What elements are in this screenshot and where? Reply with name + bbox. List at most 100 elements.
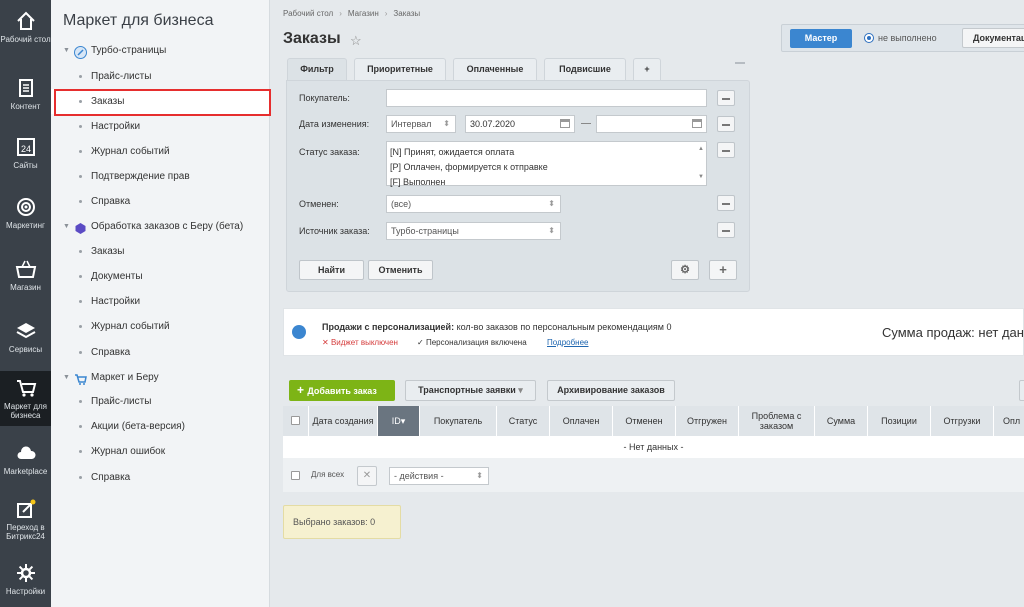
svg-text:24: 24 xyxy=(20,144,30,154)
for-all-checkbox[interactable] xyxy=(291,471,300,480)
more-link[interactable]: Подробнее xyxy=(547,338,589,347)
column-shipments[interactable]: Отгрузки xyxy=(930,406,993,436)
menu-group-turbo[interactable]: ▼ Турбо-страницы xyxy=(51,38,269,63)
bullet-icon xyxy=(79,275,82,278)
column-shipped[interactable]: Отгружен xyxy=(675,406,738,436)
menu-item-price-lists[interactable]: Прайс-листы xyxy=(51,64,269,89)
menu-item-event-log[interactable]: Журнал событий xyxy=(51,139,269,164)
expand-arrow-icon[interactable]: ▼ xyxy=(63,365,70,390)
date-mode-select[interactable]: Интервал xyxy=(386,115,456,133)
personalization-on-status: ✓ Персонализация включена xyxy=(417,338,527,347)
breadcrumb-item[interactable]: Магазин xyxy=(348,9,379,18)
menu-item-mb-price-lists[interactable]: Прайс-листы xyxy=(51,389,269,414)
sort-desc-icon: ▾ xyxy=(400,416,406,426)
source-select[interactable]: Турбо-страницы xyxy=(386,222,561,240)
menu-item-beru-documents[interactable]: Документы xyxy=(51,264,269,289)
rail-item-marketing[interactable]: Маркетинг xyxy=(0,196,51,230)
rail-item-desktop[interactable]: Рабочий стол xyxy=(0,10,51,44)
selected-orders-count: Выбрано заказов: 0 xyxy=(283,505,401,539)
menu-item-label: Прайс-листы xyxy=(91,71,152,82)
grid-settings-button[interactable] xyxy=(1019,380,1024,401)
remove-field-button[interactable] xyxy=(717,90,735,106)
tab-priority[interactable]: Приоритетные xyxy=(354,58,446,80)
buyer-input[interactable] xyxy=(386,89,707,107)
breadcrumb-item[interactable]: Рабочий стол xyxy=(283,9,333,18)
master-button[interactable]: Мастер xyxy=(790,29,852,48)
menu-item-rights-confirm[interactable]: Подтверждение прав xyxy=(51,164,269,189)
breadcrumb-item[interactable]: Заказы xyxy=(393,9,420,18)
personalization-notice: Продажи с персонализацией: кол-во заказо… xyxy=(283,308,1024,356)
menu-item-help[interactable]: Справка xyxy=(51,189,269,214)
rail-item-services[interactable]: Сервисы xyxy=(0,320,51,354)
tab-add-icon[interactable]: + xyxy=(633,58,661,80)
status-option[interactable]: [F] Выполнен xyxy=(390,175,706,190)
status-option[interactable]: [N] Принят, ожидается оплата xyxy=(390,145,706,160)
filter-settings-button[interactable]: ⚙ xyxy=(671,260,699,280)
collapse-filter-icon[interactable] xyxy=(735,62,745,64)
menu-item-beru-settings[interactable]: Настройки xyxy=(51,289,269,314)
column-created-date[interactable]: Дата создания xyxy=(308,406,377,436)
remove-field-button[interactable] xyxy=(717,222,735,238)
date-from-input[interactable]: 30.07.2020 xyxy=(465,115,575,133)
column-buyer[interactable]: Покупатель xyxy=(419,406,496,436)
expand-arrow-icon[interactable]: ▼ xyxy=(63,38,70,63)
rail-item-marketplace[interactable]: Marketplace xyxy=(0,442,51,476)
remove-field-button[interactable] xyxy=(717,195,735,211)
calendar-icon[interactable] xyxy=(692,119,702,128)
menu-group-market-beru[interactable]: ▼ Маркет и Беру xyxy=(51,365,269,390)
date-to-input[interactable] xyxy=(596,115,707,133)
rail-item-settings[interactable]: Настройки xyxy=(0,562,51,596)
cancel-button[interactable]: Отменить xyxy=(368,260,433,280)
bullet-icon xyxy=(79,425,82,428)
menu-item-mb-error-log[interactable]: Журнал ошибок xyxy=(51,439,269,464)
rail-item-shop[interactable]: Магазин xyxy=(0,258,51,292)
documentation-button[interactable]: Документация xyxy=(962,28,1024,48)
group-actions-select[interactable]: - действия - xyxy=(389,467,489,485)
rail-item-b24[interactable]: Переход в Битрикс24 xyxy=(0,498,51,541)
column-status[interactable]: Статус xyxy=(496,406,549,436)
tab-stuck[interactable]: Подвисшие xyxy=(544,58,626,80)
select-all-checkbox[interactable] xyxy=(291,416,300,425)
column-paid[interactable]: Оплачен xyxy=(549,406,612,436)
status-listbox[interactable]: [N] Принят, ожидается оплата [P] Оплачен… xyxy=(386,141,707,187)
remove-field-button[interactable] xyxy=(717,142,735,158)
menu-item-mb-help[interactable]: Справка xyxy=(51,465,269,490)
column-positions[interactable]: Позиции xyxy=(867,406,930,436)
listbox-scrollbar[interactable]: ▲ ▼ xyxy=(696,142,706,185)
expand-arrow-icon[interactable]: ▼ xyxy=(63,214,70,239)
rail-item-market[interactable]: Маркет для бизнеса xyxy=(0,371,51,426)
column-sum[interactable]: Сумма xyxy=(814,406,867,436)
add-field-button[interactable]: + xyxy=(709,260,737,280)
rail-item-content[interactable]: Контент xyxy=(0,77,51,111)
favorite-star-icon[interactable]: ☆ xyxy=(350,33,362,49)
menu-item-beru-help[interactable]: Справка xyxy=(51,340,269,365)
column-id[interactable]: ID ▾ xyxy=(377,406,419,436)
menu-item-beru-event-log[interactable]: Журнал событий xyxy=(51,314,269,339)
column-problem[interactable]: Проблема с заказом xyxy=(738,406,814,436)
menu-item-mb-promotions[interactable]: Акции (бета-версия) xyxy=(51,414,269,439)
range-dash xyxy=(581,123,591,124)
user-info-icon xyxy=(292,325,306,339)
basket-icon xyxy=(15,258,37,280)
rail-label: Рабочий стол xyxy=(0,35,51,44)
menu-item-settings[interactable]: Настройки xyxy=(51,114,269,139)
remove-field-button[interactable] xyxy=(717,116,735,132)
column-payment[interactable]: Опл xyxy=(993,406,1024,436)
calendar-icon[interactable] xyxy=(560,119,570,128)
bullet-icon xyxy=(79,450,82,453)
delete-selected-icon[interactable]: ✕ xyxy=(357,466,377,486)
tab-filter[interactable]: Фильтр xyxy=(287,58,347,80)
column-canceled[interactable]: Отменен xyxy=(612,406,675,436)
tab-paid[interactable]: Оплаченные xyxy=(453,58,537,80)
transport-requests-button[interactable]: Транспортные заявки ▾ xyxy=(405,380,536,401)
status-option[interactable]: [P] Оплачен, формируется к отправке xyxy=(390,160,706,175)
menu-group-beru[interactable]: ▼ Обработка заказов с Беру (бета) xyxy=(51,214,269,239)
canceled-select[interactable]: (все) xyxy=(386,195,561,213)
add-order-button[interactable]: + Добавить заказ xyxy=(289,380,395,401)
menu-item-beru-orders[interactable]: Заказы xyxy=(51,239,269,264)
rail-item-sites[interactable]: 24 Сайты xyxy=(0,136,51,170)
find-button[interactable]: Найти xyxy=(299,260,364,280)
gear-icon xyxy=(15,562,37,584)
menu-item-orders[interactable]: Заказы xyxy=(51,89,269,114)
archive-orders-button[interactable]: Архивирование заказов xyxy=(547,380,675,401)
